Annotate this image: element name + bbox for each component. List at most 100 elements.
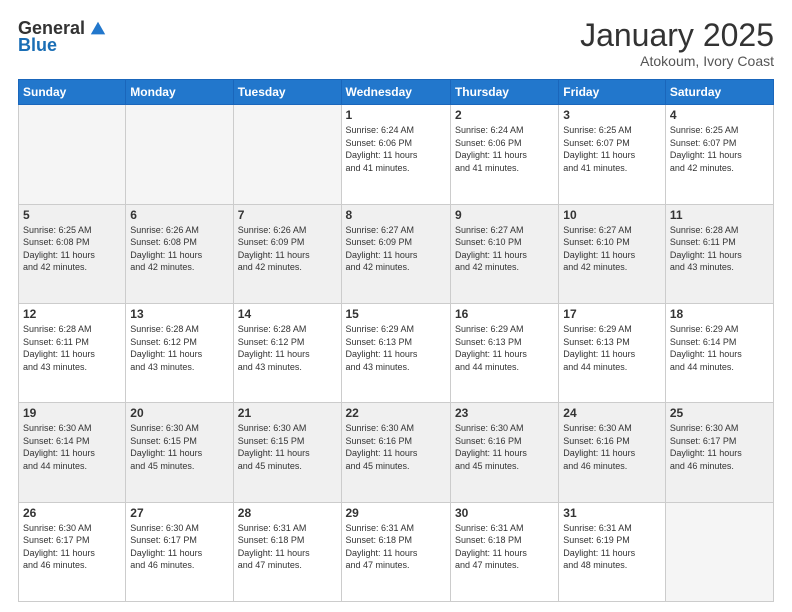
calendar-week-row: 19 Sunrise: 6:30 AMSunset: 6:14 PMDayligh…	[19, 403, 774, 502]
col-header-sunday: Sunday	[19, 80, 126, 105]
day-number: 8	[346, 208, 446, 222]
day-number: 2	[455, 108, 554, 122]
day-number: 6	[130, 208, 228, 222]
day-info: Sunrise: 6:27 AMSunset: 6:09 PMDaylight:…	[346, 224, 446, 274]
calendar-cell: 23 Sunrise: 6:30 AMSunset: 6:16 PMDayligh…	[450, 403, 558, 502]
day-number: 19	[23, 406, 121, 420]
calendar-cell: 9Sunrise: 6:27 AMSunset: 6:10 PMDaylight…	[450, 204, 558, 303]
day-number: 4	[670, 108, 769, 122]
calendar-cell: 18Sunrise: 6:29 AMSunset: 6:14 PMDayligh…	[665, 303, 773, 402]
col-header-friday: Friday	[559, 80, 666, 105]
day-info: Sunrise: 6:30 AMSunset: 6:17 PMDaylight:…	[130, 522, 228, 572]
day-number: 7	[238, 208, 337, 222]
calendar-cell	[126, 105, 233, 204]
day-number: 21	[238, 406, 337, 420]
day-info: Sunrise: 6:25 AMSunset: 6:08 PMDaylight:…	[23, 224, 121, 274]
day-number: 22	[346, 406, 446, 420]
calendar-week-row: 5 Sunrise: 6:25 AMSunset: 6:08 PMDaylight…	[19, 204, 774, 303]
calendar-week-row: 1 Sunrise: 6:24 AMSunset: 6:06 PMDaylight…	[19, 105, 774, 204]
day-info: Sunrise: 6:29 AMSunset: 6:13 PMDaylight:…	[455, 323, 554, 373]
calendar-cell: 24 Sunrise: 6:30 AMSunset: 6:16 PMDayligh…	[559, 403, 666, 502]
calendar-cell: 17 Sunrise: 6:29 AMSunset: 6:13 PMDayligh…	[559, 303, 666, 402]
title-area: January 2025 Atokoum, Ivory Coast	[580, 18, 774, 69]
calendar: SundayMondayTuesdayWednesdayThursdayFrid…	[18, 79, 774, 602]
calendar-cell: 28 Sunrise: 6:31 AMSunset: 6:18 PMDayligh…	[233, 502, 341, 601]
col-header-wednesday: Wednesday	[341, 80, 450, 105]
day-info: Sunrise: 6:24 AMSunset: 6:06 PMDaylight:…	[346, 124, 446, 174]
day-number: 31	[563, 506, 661, 520]
calendar-cell: 4 Sunrise: 6:25 AMSunset: 6:07 PMDaylight…	[665, 105, 773, 204]
day-number: 30	[455, 506, 554, 520]
calendar-cell: 2Sunrise: 6:24 AMSunset: 6:06 PMDaylight…	[450, 105, 558, 204]
day-info: Sunrise: 6:27 AMSunset: 6:10 PMDaylight:…	[563, 224, 661, 274]
header: General Blue January 2025 Atokoum, Ivory…	[18, 18, 774, 69]
day-info: Sunrise: 6:29 AMSunset: 6:13 PMDaylight:…	[563, 323, 661, 373]
calendar-cell: 14Sunrise: 6:28 AMSunset: 6:12 PMDayligh…	[233, 303, 341, 402]
day-info: Sunrise: 6:30 AMSunset: 6:16 PMDaylight:…	[563, 422, 661, 472]
day-number: 24	[563, 406, 661, 420]
col-header-thursday: Thursday	[450, 80, 558, 105]
day-info: Sunrise: 6:31 AMSunset: 6:18 PMDaylight:…	[238, 522, 337, 572]
logo-area: General Blue	[18, 18, 107, 56]
col-header-tuesday: Tuesday	[233, 80, 341, 105]
day-number: 26	[23, 506, 121, 520]
day-number: 9	[455, 208, 554, 222]
calendar-cell: 29Sunrise: 6:31 AMSunset: 6:18 PMDayligh…	[341, 502, 450, 601]
day-number: 5	[23, 208, 121, 222]
day-number: 28	[238, 506, 337, 520]
calendar-cell: 22 Sunrise: 6:30 AMSunset: 6:16 PMDayligh…	[341, 403, 450, 502]
calendar-cell: 26 Sunrise: 6:30 AMSunset: 6:17 PMDayligh…	[19, 502, 126, 601]
day-info: Sunrise: 6:26 AMSunset: 6:09 PMDaylight:…	[238, 224, 337, 274]
day-number: 25	[670, 406, 769, 420]
day-info: Sunrise: 6:26 AMSunset: 6:08 PMDaylight:…	[130, 224, 228, 274]
calendar-cell	[233, 105, 341, 204]
calendar-cell: 31Sunrise: 6:31 AMSunset: 6:19 PMDayligh…	[559, 502, 666, 601]
col-header-monday: Monday	[126, 80, 233, 105]
calendar-cell: 27Sunrise: 6:30 AMSunset: 6:17 PMDayligh…	[126, 502, 233, 601]
day-number: 23	[455, 406, 554, 420]
day-info: Sunrise: 6:30 AMSunset: 6:14 PMDaylight:…	[23, 422, 121, 472]
day-number: 15	[346, 307, 446, 321]
calendar-cell: 11 Sunrise: 6:28 AMSunset: 6:11 PMDayligh…	[665, 204, 773, 303]
calendar-cell: 10 Sunrise: 6:27 AMSunset: 6:10 PMDayligh…	[559, 204, 666, 303]
calendar-cell: 13Sunrise: 6:28 AMSunset: 6:12 PMDayligh…	[126, 303, 233, 402]
calendar-cell: 30 Sunrise: 6:31 AMSunset: 6:18 PMDayligh…	[450, 502, 558, 601]
day-info: Sunrise: 6:29 AMSunset: 6:13 PMDaylight:…	[346, 323, 446, 373]
day-info: Sunrise: 6:30 AMSunset: 6:15 PMDaylight:…	[238, 422, 337, 472]
calendar-cell: 21 Sunrise: 6:30 AMSunset: 6:15 PMDayligh…	[233, 403, 341, 502]
day-number: 17	[563, 307, 661, 321]
day-info: Sunrise: 6:28 AMSunset: 6:11 PMDaylight:…	[670, 224, 769, 274]
day-info: Sunrise: 6:30 AMSunset: 6:15 PMDaylight:…	[130, 422, 228, 472]
day-number: 20	[130, 406, 228, 420]
calendar-header-row: SundayMondayTuesdayWednesdayThursdayFrid…	[19, 80, 774, 105]
day-number: 11	[670, 208, 769, 222]
day-info: Sunrise: 6:30 AMSunset: 6:16 PMDaylight:…	[346, 422, 446, 472]
day-info: Sunrise: 6:28 AMSunset: 6:11 PMDaylight:…	[23, 323, 121, 373]
day-info: Sunrise: 6:25 AMSunset: 6:07 PMDaylight:…	[670, 124, 769, 174]
calendar-week-row: 26 Sunrise: 6:30 AMSunset: 6:17 PMDayligh…	[19, 502, 774, 601]
calendar-cell: 15 Sunrise: 6:29 AMSunset: 6:13 PMDayligh…	[341, 303, 450, 402]
day-number: 10	[563, 208, 661, 222]
calendar-cell: 25 Sunrise: 6:30 AMSunset: 6:17 PMDayligh…	[665, 403, 773, 502]
calendar-cell: 6 Sunrise: 6:26 AMSunset: 6:08 PMDaylight…	[126, 204, 233, 303]
day-info: Sunrise: 6:28 AMSunset: 6:12 PMDaylight:…	[238, 323, 337, 373]
calendar-cell: 8 Sunrise: 6:27 AMSunset: 6:09 PMDaylight…	[341, 204, 450, 303]
page: General Blue January 2025 Atokoum, Ivory…	[0, 0, 792, 612]
day-info: Sunrise: 6:30 AMSunset: 6:16 PMDaylight:…	[455, 422, 554, 472]
day-info: Sunrise: 6:30 AMSunset: 6:17 PMDaylight:…	[670, 422, 769, 472]
calendar-cell: 5 Sunrise: 6:25 AMSunset: 6:08 PMDaylight…	[19, 204, 126, 303]
logo-blue: Blue	[18, 35, 57, 56]
calendar-cell: 19 Sunrise: 6:30 AMSunset: 6:14 PMDayligh…	[19, 403, 126, 502]
day-number: 16	[455, 307, 554, 321]
day-info: Sunrise: 6:28 AMSunset: 6:12 PMDaylight:…	[130, 323, 228, 373]
calendar-week-row: 12 Sunrise: 6:28 AMSunset: 6:11 PMDayligh…	[19, 303, 774, 402]
day-info: Sunrise: 6:31 AMSunset: 6:18 PMDaylight:…	[455, 522, 554, 572]
calendar-cell: 12 Sunrise: 6:28 AMSunset: 6:11 PMDayligh…	[19, 303, 126, 402]
day-info: Sunrise: 6:30 AMSunset: 6:17 PMDaylight:…	[23, 522, 121, 572]
calendar-cell: 20 Sunrise: 6:30 AMSunset: 6:15 PMDayligh…	[126, 403, 233, 502]
month-title: January 2025	[580, 18, 774, 53]
day-number: 12	[23, 307, 121, 321]
day-info: Sunrise: 6:31 AMSunset: 6:18 PMDaylight:…	[346, 522, 446, 572]
calendar-cell	[665, 502, 773, 601]
day-number: 1	[346, 108, 446, 122]
